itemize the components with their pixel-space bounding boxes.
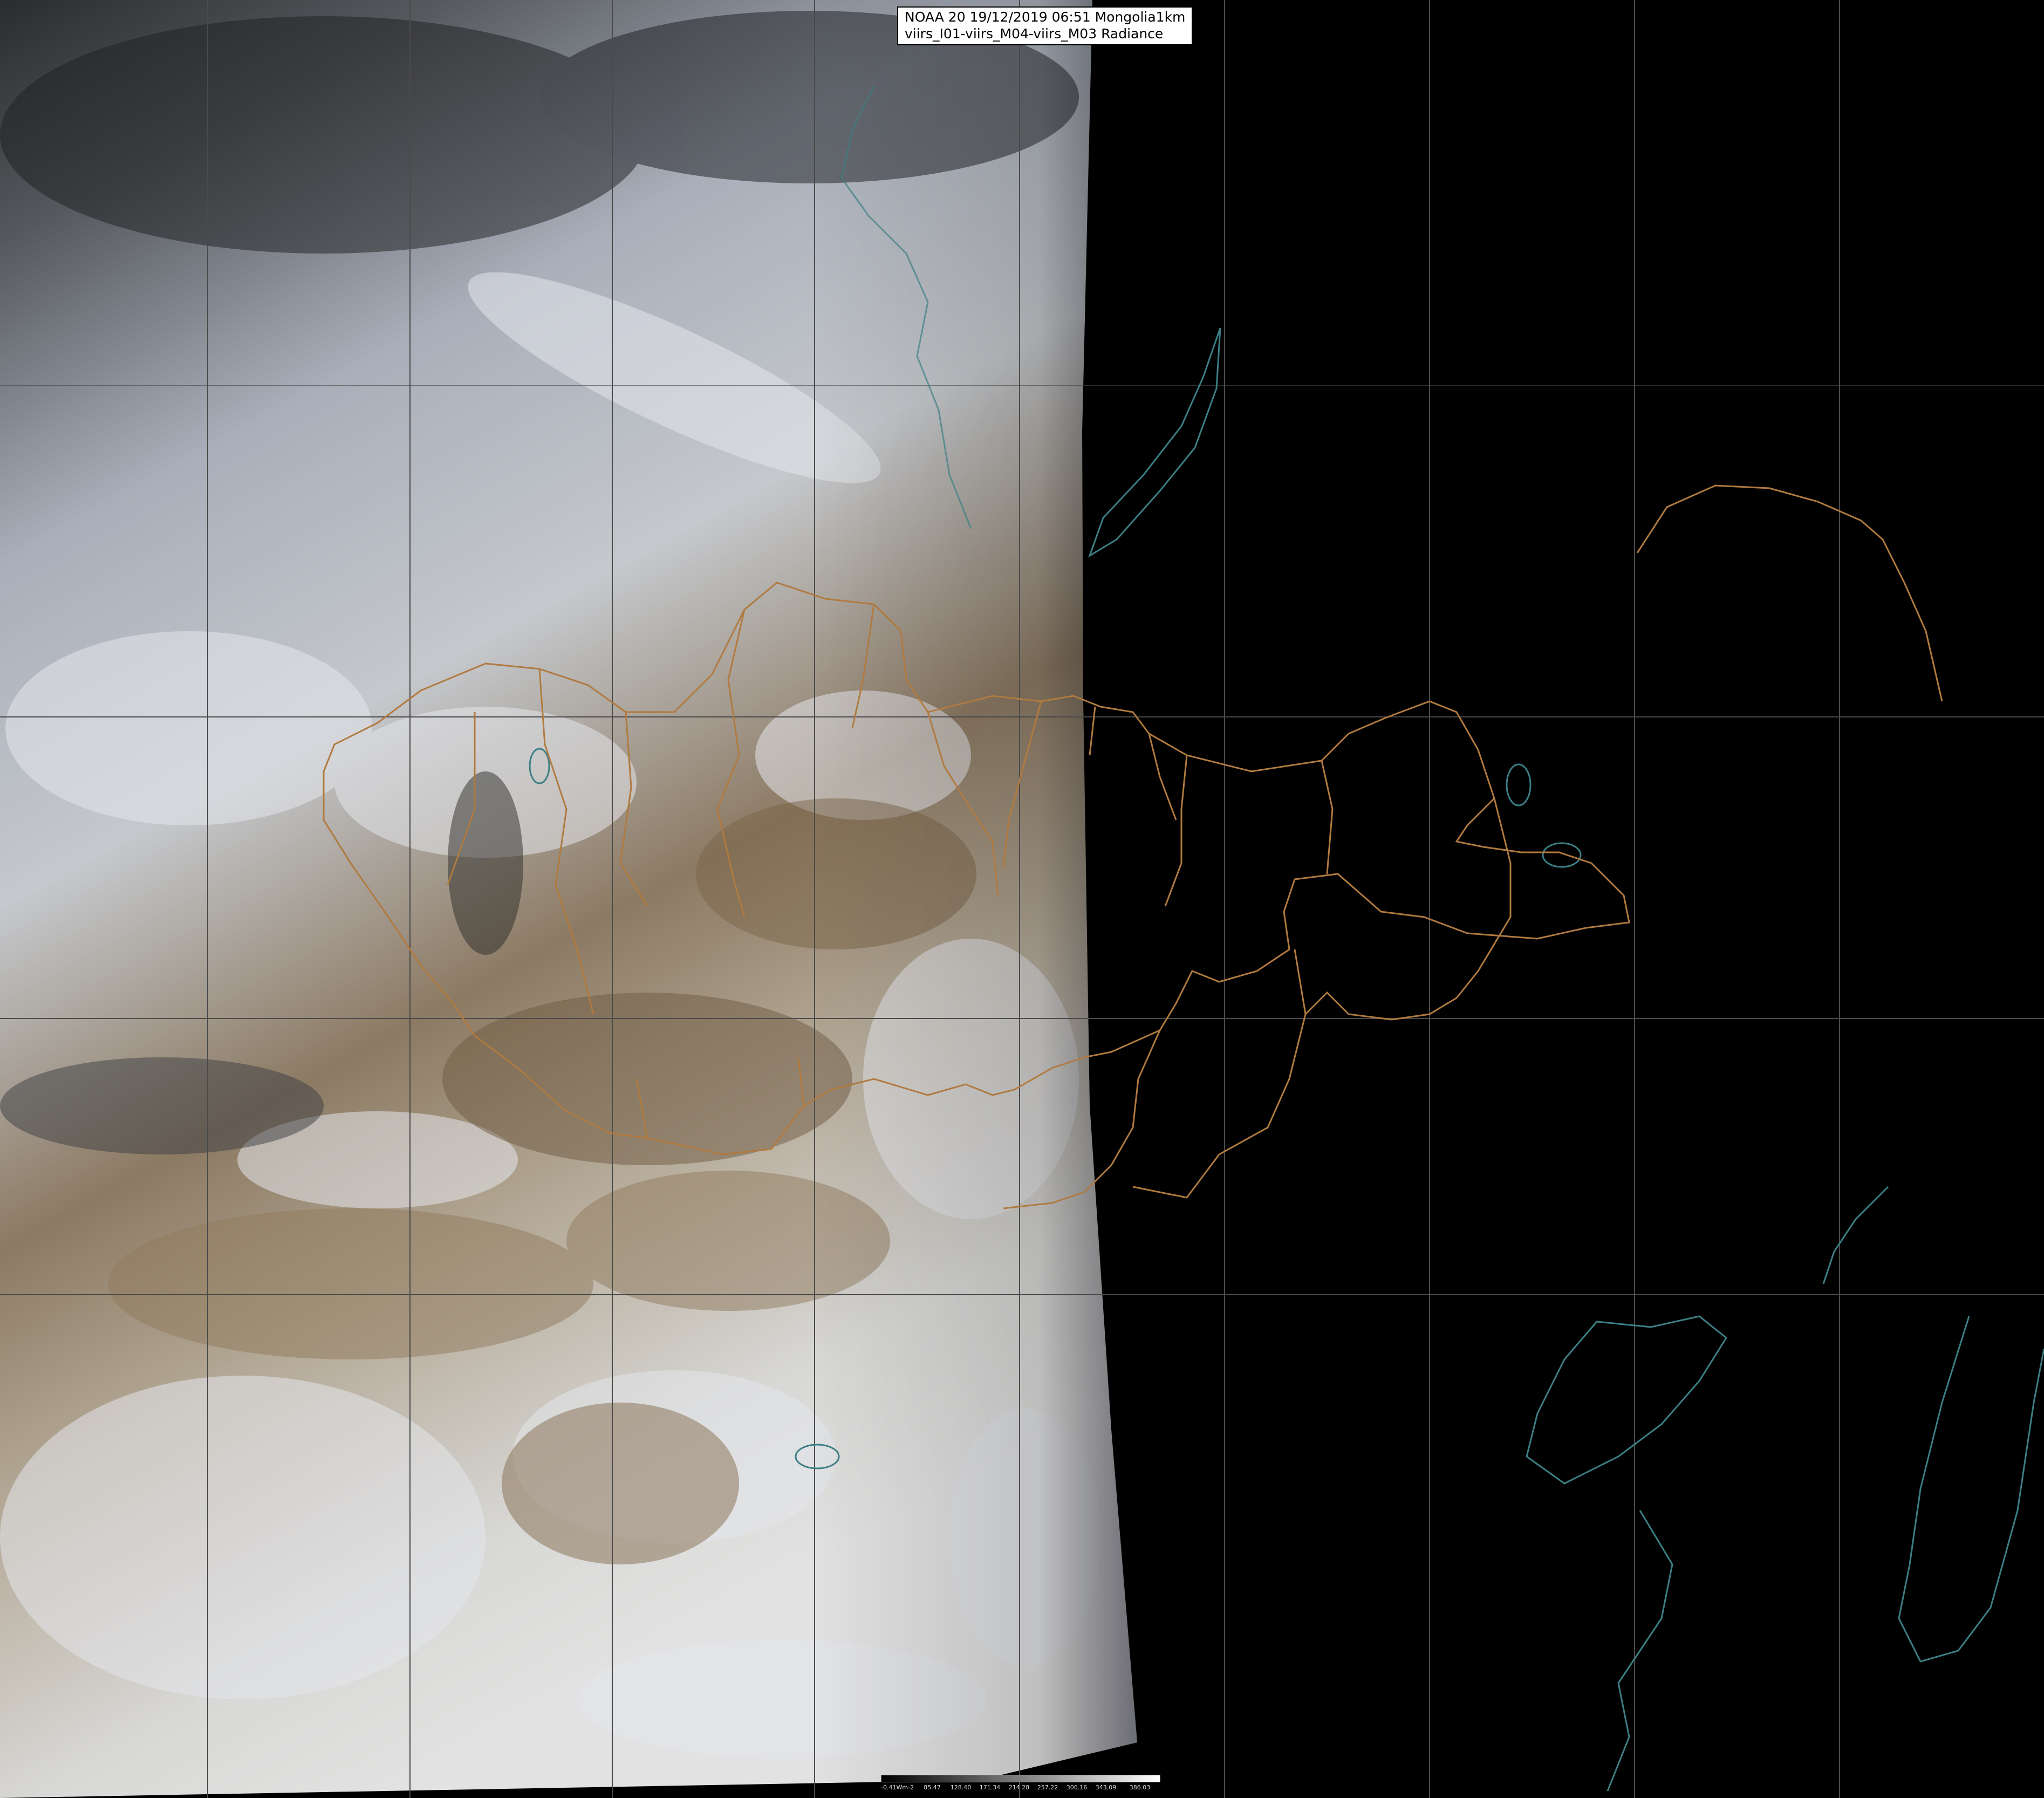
colorbar-tick-label: 214.28: [1008, 1784, 1030, 1791]
colorbar-tick-label: 300.16: [1066, 1784, 1088, 1791]
colorbar-tick-label: 386.03: [1129, 1784, 1151, 1791]
caption-line-2: viirs_I01-viirs_M04-viirs_M03 Radiance: [905, 26, 1164, 42]
caption-line-1: NOAA 20 19/12/2019 06:51 Mongolia1km: [905, 9, 1186, 25]
colorbar-tick-label: 128.40: [950, 1784, 972, 1791]
radiance-colorbar: -0.41Wm-2 85.47 128.40 171.34 214.28 257…: [881, 1775, 1160, 1794]
colorbar-tick-label: 257.22: [1037, 1784, 1058, 1791]
colorbar-tick-label: 171.34: [979, 1784, 1001, 1791]
colorbar-gradient: [881, 1775, 1160, 1782]
image-caption: NOAA 20 19/12/2019 06:51 Mongolia1km vii…: [897, 6, 1193, 45]
colorbar-tick-label: 85.47: [924, 1784, 941, 1791]
colorbar-tick-label: 343.09: [1095, 1784, 1117, 1791]
satellite-map: [0, 0, 2044, 1798]
colorbar-tick-label: -0.41Wm-2: [881, 1784, 914, 1791]
colorbar-tick-labels: -0.41Wm-2 85.47 128.40 171.34 214.28 257…: [881, 1783, 1160, 1794]
